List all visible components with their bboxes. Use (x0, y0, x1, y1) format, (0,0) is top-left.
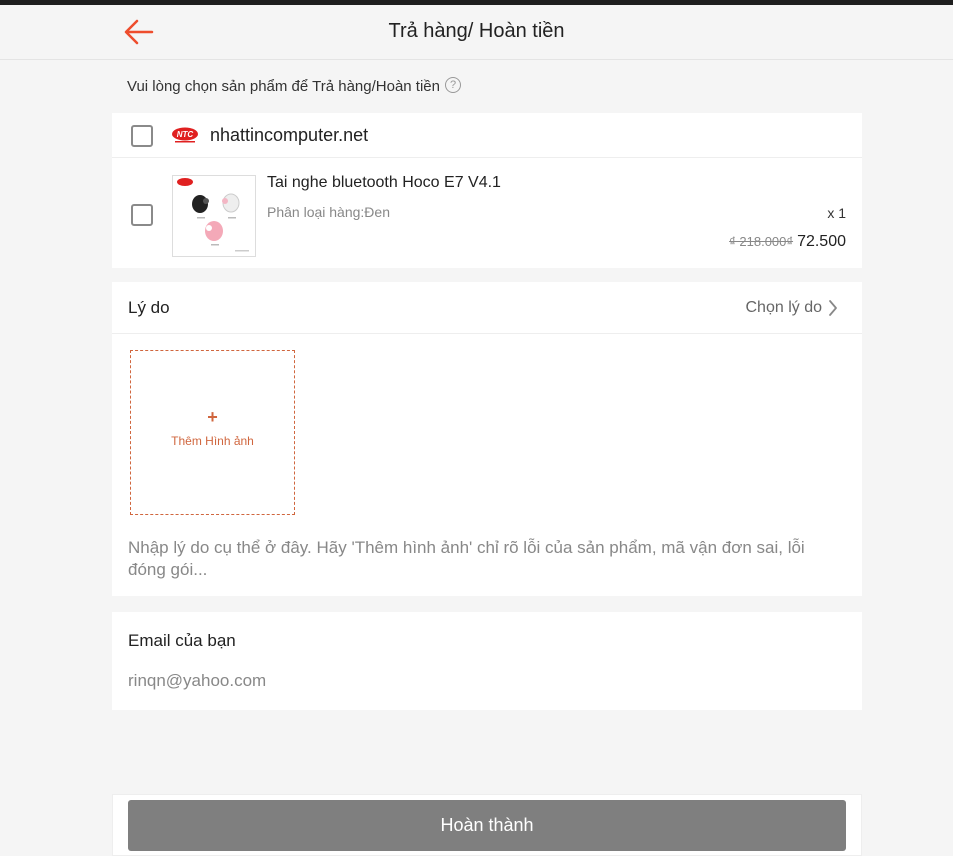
footer-bar: Hoàn thành (112, 794, 862, 856)
add-photo-button[interactable]: + Thêm Hình ảnh (130, 350, 295, 515)
product-row: Tai nghe bluetooth Hoco E7 V4.1 Phân loạ… (112, 158, 862, 268)
chevron-right-icon (829, 300, 837, 316)
email-input[interactable]: rinqn@yahoo.com (128, 671, 266, 691)
submit-button[interactable]: Hoàn thành (128, 800, 846, 851)
product-checkbox[interactable] (131, 204, 153, 226)
email-card: Email của bạn rinqn@yahoo.com (112, 612, 862, 710)
product-quantity: x 1 (827, 205, 846, 221)
shop-row: NTC nhattincomputer.net (112, 113, 862, 158)
reason-details-input[interactable]: Nhập lý do cụ thể ở đây. Hãy 'Thêm hình … (128, 537, 843, 581)
sale-price: 72.500 (797, 233, 846, 250)
shop-logo: NTC (172, 127, 198, 143)
page-title: Trả hàng/ Hoàn tiền (388, 20, 565, 42)
original-price: ₫ 218.000₫ (729, 234, 794, 249)
product-price: ₫ 218.000₫ 72.500 (729, 233, 846, 251)
plus-icon: + (207, 407, 218, 427)
product-variant: Phân loại hàng:Đen (267, 204, 390, 220)
product-thumbnail (172, 175, 256, 257)
email-label: Email của bạn (128, 631, 236, 650)
question-circle-icon[interactable]: ? (445, 76, 461, 93)
shop-name[interactable]: nhattincomputer.net (210, 125, 368, 146)
reason-selector[interactable]: Lý do Chọn lý do (112, 282, 862, 334)
reason-card: Lý do Chọn lý do + Thêm Hình ảnh Nhập lý… (112, 282, 862, 596)
earbuds-image (177, 178, 249, 252)
reason-select-placeholder: Chọn lý do (745, 299, 823, 316)
shop-logo-text: NTC (177, 130, 194, 139)
page-header: Trả hàng/ Hoàn tiền (0, 5, 953, 60)
instruction-row: Vui lòng chọn sản phẩm để Trả hàng/Hoàn … (127, 76, 461, 95)
instruction-text: Vui lòng chọn sản phẩm để Trả hàng/Hoàn … (127, 78, 440, 95)
reason-label: Lý do (128, 298, 170, 317)
product-name[interactable]: Tai nghe bluetooth Hoco E7 V4.1 (267, 174, 501, 192)
add-photo-label: Thêm Hình ảnh (171, 434, 254, 448)
shop-checkbox[interactable] (131, 125, 153, 147)
